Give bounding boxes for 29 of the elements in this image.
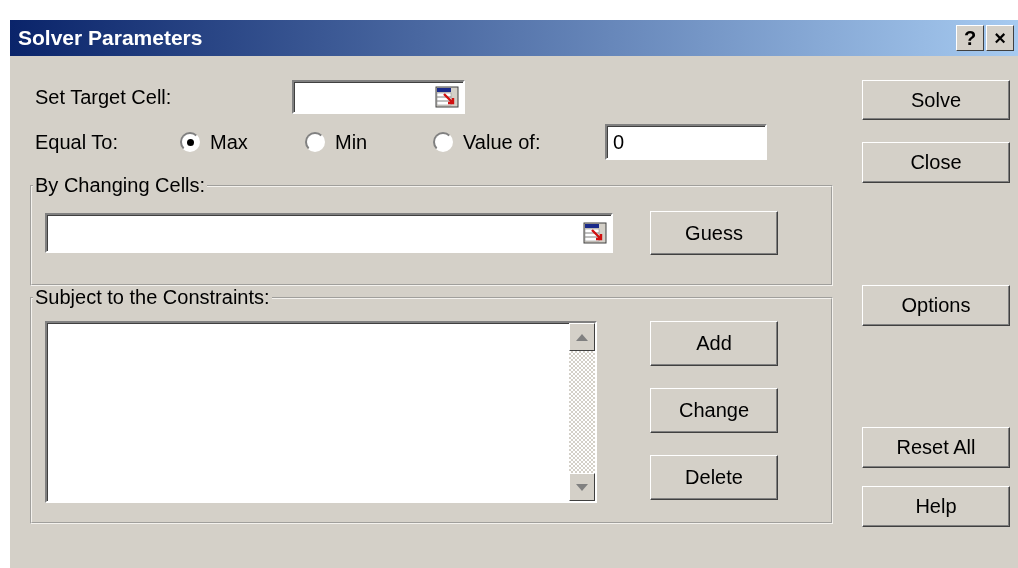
field-label: Equal To: (35, 130, 120, 154)
changing-cells-field[interactable] (45, 213, 613, 253)
radio-label: Min (335, 130, 368, 154)
up-arrow-icon[interactable] (576, 333, 588, 341)
dialog-button[interactable]: Help (862, 486, 1010, 527)
scrollbar[interactable] (569, 323, 595, 501)
dialog-button[interactable]: Close (862, 142, 1010, 183)
down-arrow-icon[interactable] (576, 483, 588, 491)
help-button[interactable]: ? (956, 25, 984, 51)
target-cell-field[interactable] (292, 80, 465, 114)
radio-label: Value of: (463, 130, 541, 154)
value-field[interactable]: 0 (605, 124, 767, 160)
radio-button[interactable] (305, 132, 325, 152)
group-label: Subject to the Constraints: (34, 286, 271, 309)
window-title: Solver Parameters (18, 26, 204, 50)
constraints-list[interactable] (45, 321, 597, 503)
dialog-button[interactable]: Solve (862, 80, 1010, 120)
guess-button[interactable]: Guess (650, 211, 778, 255)
dialog-button[interactable]: Options (862, 285, 1010, 326)
list-action-button[interactable]: Change (650, 388, 778, 433)
field-label: Set Target Cell: (35, 85, 173, 109)
dialog-button[interactable]: Reset All (862, 427, 1010, 468)
radio-button[interactable] (433, 132, 453, 152)
close-button[interactable]: × (986, 25, 1014, 51)
list-action-button[interactable]: Add (650, 321, 778, 366)
group-label: By Changing Cells: (34, 174, 207, 197)
list-action-button[interactable]: Delete (650, 455, 778, 500)
radio-label: Max (210, 130, 248, 154)
radio-button[interactable] (180, 132, 200, 152)
